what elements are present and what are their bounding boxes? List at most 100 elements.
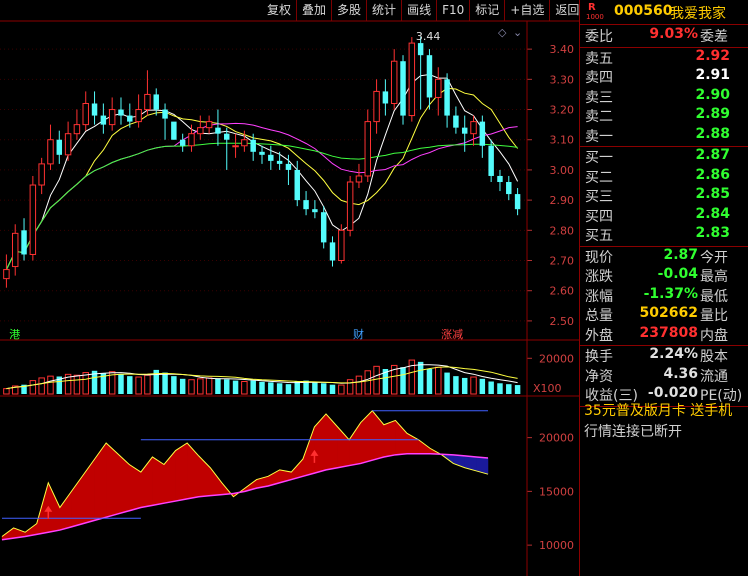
price-tick-label: 2.60 — [550, 285, 575, 298]
candle-body-down — [162, 109, 168, 119]
stat-row-0-label: 现价 — [585, 249, 613, 266]
toolbar-f10-button[interactable]: F10 — [436, 0, 469, 21]
wei-bi-row-label: 委比 — [585, 29, 613, 45]
finance-row-1[interactable]: 净资 4.36 流通 — [580, 366, 748, 385]
toolbar-statistics-button[interactable]: 统计 — [366, 0, 401, 21]
toolbar-add-watchlist-button[interactable]: +自选 — [504, 0, 549, 21]
candle-body-down — [127, 115, 133, 122]
candle-body-down — [329, 242, 336, 261]
event-marker[interactable]: 涨减 — [441, 328, 463, 341]
stat-row-2-label2: 最低 — [700, 288, 728, 305]
candle-body-down — [21, 230, 27, 255]
ask-level-3-label: 卖三 — [585, 89, 613, 106]
indicator-fill-segment — [152, 456, 165, 506]
volume-bar-down — [224, 379, 230, 394]
candle-body-down — [294, 169, 300, 201]
volume-bar-down — [294, 381, 300, 394]
volume-bar-down — [118, 374, 124, 394]
ask-level-4[interactable]: 卖四 2.91 — [580, 67, 748, 86]
candle-body-up — [64, 133, 72, 156]
toolbar-mark-button[interactable]: 标记 — [469, 0, 504, 21]
toolbar-restore-rights-button[interactable]: 复权 — [262, 0, 296, 21]
candle-body-down — [56, 139, 63, 155]
stock-code: 000560 — [614, 3, 673, 19]
bid-level-3-value: 2.85 — [695, 186, 730, 202]
volume-bar-down — [127, 376, 133, 394]
volume-bar-down — [479, 378, 486, 394]
volume-bar-up — [373, 365, 380, 395]
candle-body-down — [100, 115, 107, 125]
ask-level-5-label: 卖五 — [585, 50, 613, 67]
stat-row-3[interactable]: 总量 502662 量比 — [580, 305, 748, 324]
candle-body-down — [461, 127, 468, 134]
bid-level-4[interactable]: 买四 2.84 — [580, 206, 748, 225]
finance-row-0-label2: 股本 — [700, 349, 728, 365]
stat-row-1-value: -0.04 — [657, 266, 698, 282]
bid-level-5[interactable]: 买五 2.83 — [580, 225, 748, 244]
indicator-fill-segment — [175, 442, 188, 502]
bid-level-4-value: 2.84 — [695, 205, 730, 222]
price-tick-label: 3.10 — [550, 134, 575, 147]
volume-bar-down — [329, 384, 336, 394]
candle-body-down — [215, 127, 221, 134]
stat-row-4-label: 外盘 — [585, 327, 613, 344]
candle-body-down — [171, 121, 177, 140]
event-marker[interactable]: 港 — [9, 328, 20, 341]
toolbar-overlay-button[interactable]: 叠加 — [296, 0, 331, 21]
ask-level-2[interactable]: 卖二 2.89 — [580, 106, 748, 125]
bid-level-1-label: 买一 — [585, 150, 613, 166]
indicator-tick-label: 20000 — [539, 432, 574, 445]
wei-bi-row[interactable]: 委比 9.03% 委差 — [580, 26, 748, 45]
bid-level-2-value: 2.86 — [695, 166, 730, 183]
ask-level-2-label: 卖二 — [585, 109, 613, 125]
bid-level-3[interactable]: 买三 2.85 — [580, 186, 748, 205]
candle-body-up — [470, 121, 477, 135]
bid-level-3-label: 买三 — [585, 189, 613, 205]
candle-body-down — [497, 175, 503, 182]
promo-link[interactable]: 35元普及版月卡 送手机 — [584, 400, 732, 420]
bid-level-1[interactable]: 买一 2.87 — [580, 147, 748, 166]
volume-bar-up — [205, 377, 213, 395]
volume-bar-down — [461, 377, 468, 394]
price-tick-label: 2.70 — [550, 255, 575, 268]
ask-level-1[interactable]: 卖一 2.88 — [580, 126, 748, 145]
diamond-icon[interactable]: ◇ — [498, 26, 507, 39]
volume-multiplier-label: X100 — [533, 382, 562, 395]
stat-row-1[interactable]: 涨跌 -0.04 最高 — [580, 266, 748, 285]
candle-body-down — [303, 200, 309, 210]
ask-level-5[interactable]: 卖五 2.92 — [580, 48, 748, 67]
price-tick-label: 2.50 — [550, 315, 575, 328]
candle-body-down — [250, 139, 256, 152]
toolbar-draw-line-button[interactable]: 画线 — [401, 0, 436, 21]
candle-body-up — [108, 109, 116, 126]
volume-tick-label: 20000 — [539, 352, 574, 365]
candle-body-up — [355, 175, 363, 183]
ask-level-2-value: 2.89 — [695, 106, 730, 122]
candle-body-down — [268, 154, 274, 161]
candle-body-up — [135, 109, 142, 123]
bid-level-2[interactable]: 买二 2.86 — [580, 167, 748, 186]
volume-bar-down — [497, 383, 503, 394]
ask-level-1-label: 卖一 — [585, 128, 613, 145]
ask-level-3[interactable]: 卖三 2.90 — [580, 87, 748, 106]
volume-bar-up — [355, 375, 363, 395]
price-tick-label: 2.80 — [550, 224, 575, 237]
stat-row-0[interactable]: 现价 2.87 今开 — [580, 247, 748, 266]
stat-row-2[interactable]: 涨幅 -1.37% 最低 — [580, 286, 748, 305]
event-marker[interactable]: 财 — [353, 327, 364, 341]
candle-body-up — [188, 133, 195, 147]
stat-row-4[interactable]: 外盘 237808 内盘 — [580, 325, 748, 344]
stat-row-3-label2: 量比 — [700, 308, 728, 324]
candle-body-down — [224, 133, 230, 140]
scroll-down-icon[interactable]: ⌄ — [513, 26, 522, 39]
indicator-fill-segment — [383, 420, 396, 458]
price-tick-label: 3.20 — [550, 104, 575, 117]
stat-row-3-value: 502662 — [639, 305, 698, 321]
volume-bar-up — [73, 374, 81, 395]
toolbar-multi-stock-button[interactable]: 多股 — [331, 0, 366, 21]
finance-row-0-label: 换手 — [585, 349, 613, 365]
finance-row-0[interactable]: 换手 2.24% 股本 — [580, 346, 748, 365]
candle-body-down — [118, 109, 124, 116]
logo-letter: R — [588, 2, 596, 13]
candle-body-up — [82, 102, 89, 126]
